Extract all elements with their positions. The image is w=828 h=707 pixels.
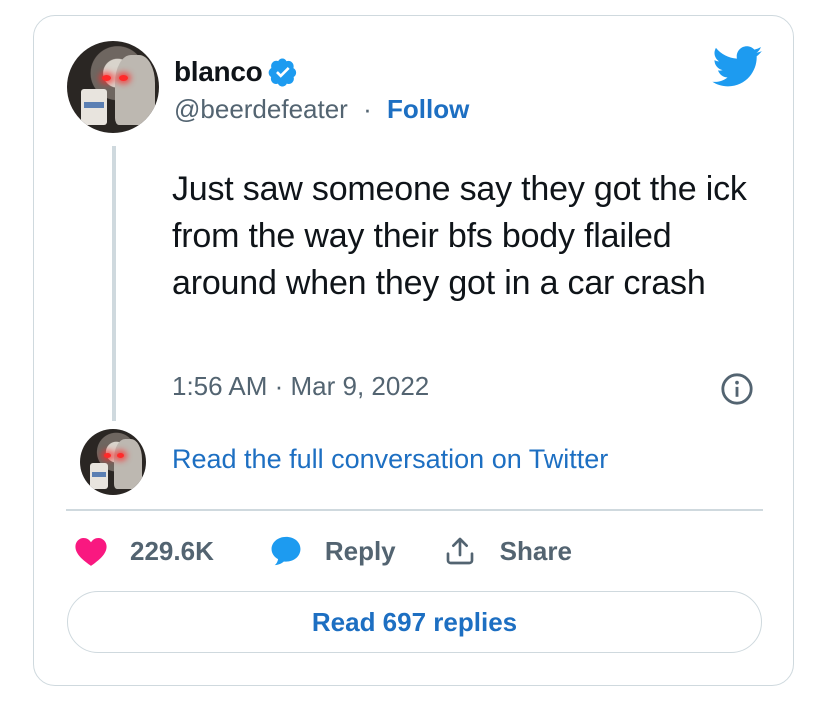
twitter-bird-icon[interactable] (712, 46, 764, 88)
divider (66, 509, 763, 511)
reply-label: Reply (324, 535, 396, 566)
share-action[interactable]: Share (444, 535, 572, 567)
tweet-timestamp[interactable]: 1:56 AM · Mar 9, 2022 (172, 371, 429, 402)
author-handle-row: @beerdefeater · Follow (174, 94, 469, 125)
like-count: 229.6K (130, 535, 214, 566)
verified-badge-icon (269, 58, 297, 87)
reply-action[interactable]: Reply (269, 534, 396, 568)
share-icon (446, 537, 473, 565)
like-action[interactable]: 229.6K (74, 536, 214, 567)
separator: · (363, 94, 372, 124)
read-replies-button[interactable]: Read 697 replies (67, 591, 762, 653)
share-label: Share (499, 535, 572, 566)
tweet-embed-card: blanco @beerdefeater · Follow Just saw s… (33, 15, 794, 686)
info-icon[interactable] (720, 372, 754, 406)
reply-author-avatar[interactable] (80, 429, 146, 495)
tweet-text: Just saw someone say they got the ick fr… (172, 170, 747, 302)
thread-line (112, 146, 116, 421)
read-conversation-link[interactable]: Read the full conversation on Twitter (172, 444, 608, 475)
follow-button[interactable]: Follow (387, 94, 469, 124)
reply-bubble-icon (271, 536, 301, 566)
author-avatar[interactable] (67, 41, 159, 133)
author-name[interactable]: blanco (174, 56, 263, 88)
author-handle[interactable]: @beerdefeater (174, 94, 348, 124)
heart-icon (75, 537, 107, 566)
author-name-row: blanco (174, 56, 298, 88)
action-bar: 229.6K Reply Share (74, 534, 572, 568)
